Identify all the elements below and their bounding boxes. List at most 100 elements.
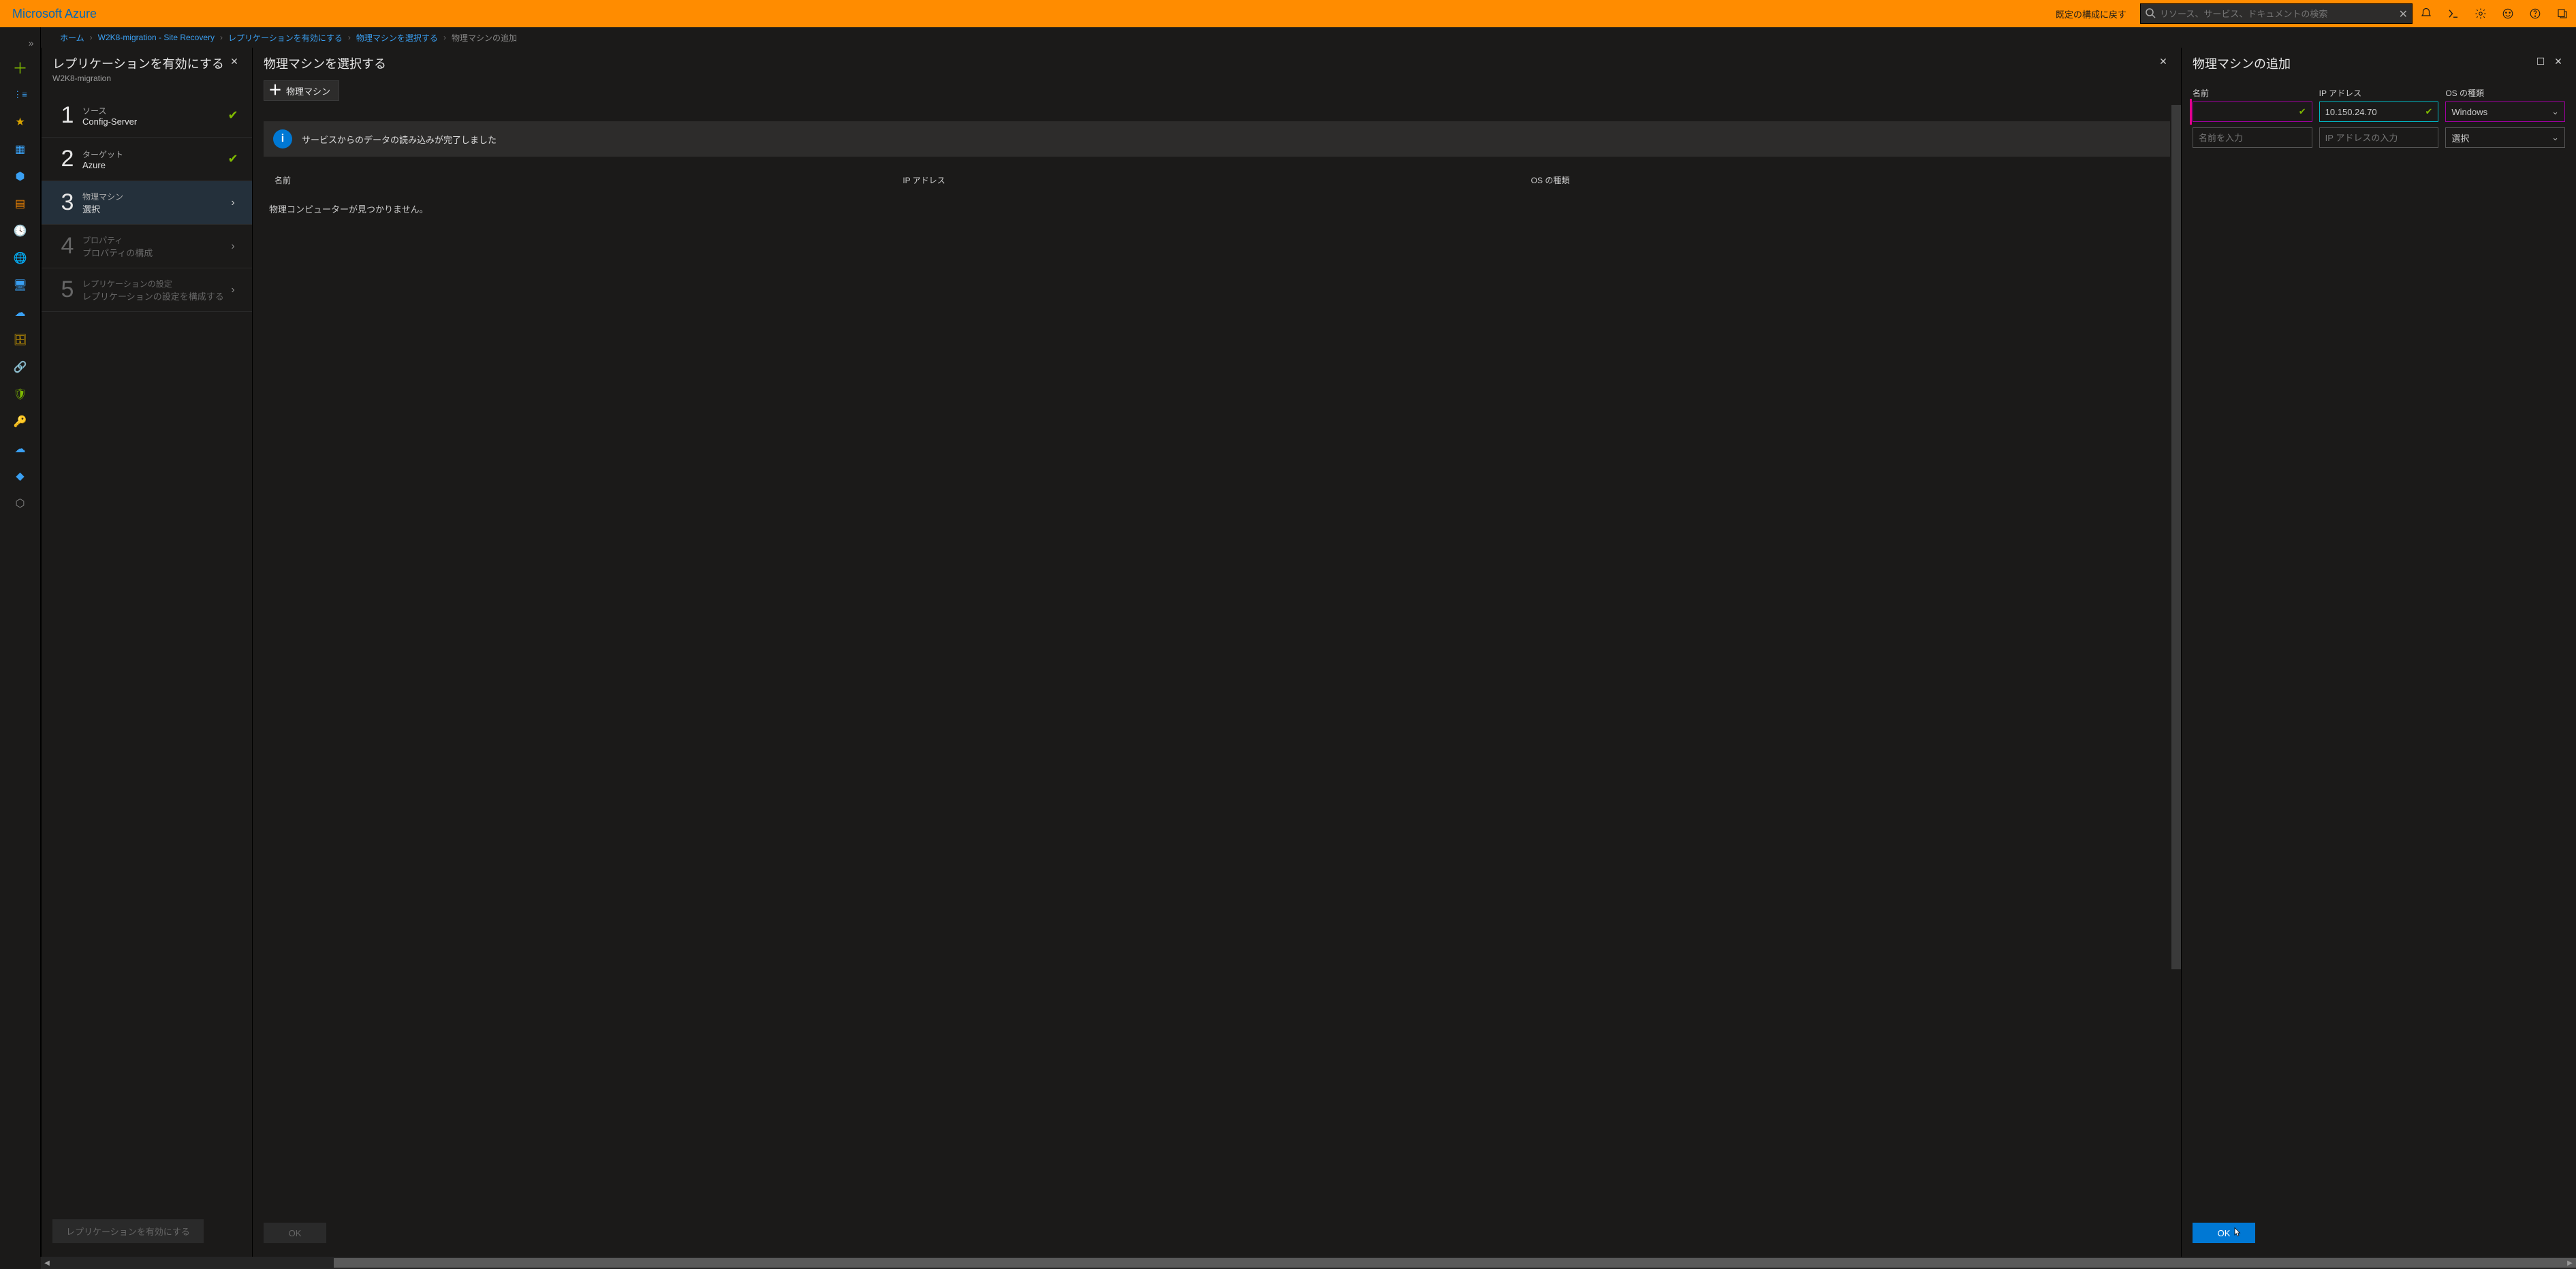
blade1-subtitle: W2K8-migration	[52, 74, 227, 83]
leftrail-recent[interactable]: 🕓	[7, 218, 34, 244]
chevron-right-icon: ›	[348, 33, 351, 42]
info-icon: i	[273, 129, 292, 148]
ip-field-2[interactable]	[2319, 127, 2439, 148]
cloud-shell-icon[interactable]	[2440, 0, 2467, 27]
clear-search-icon[interactable]: ✕	[2399, 7, 2408, 21]
chevron-right-icon: ›	[220, 33, 223, 42]
leftrail-subscriptions[interactable]: ☁	[7, 436, 34, 462]
form-header: 名前 IP アドレス OS の種類	[2182, 83, 2576, 99]
scrollbar-horizontal[interactable]: ◀ ▶	[41, 1257, 2576, 1269]
form-col-name: 名前	[2193, 87, 2312, 99]
leftrail-sql[interactable]: 🗄	[7, 327, 34, 353]
name-field-1[interactable]: ✔	[2193, 101, 2312, 122]
wizard-step-replication-settings[interactable]: 5 レプリケーションの設定 レプリケーションの設定を構成する ›	[42, 268, 252, 312]
wizard-step-machines[interactable]: 3 物理マシン 選択 ›	[42, 181, 252, 225]
wizard-step-source[interactable]: 1 ソース Config-Server ✔	[42, 94, 252, 138]
wizard-step-properties[interactable]: 4 プロパティ プロパティの構成 ›	[42, 225, 252, 268]
leftrail-security[interactable]: 🛡	[7, 381, 34, 407]
leftrail-web[interactable]: 🌐	[7, 245, 34, 271]
name-input-1[interactable]	[2199, 107, 2299, 117]
form-col-os: OS の種類	[2445, 87, 2565, 99]
blade3-title: 物理マシンの追加	[2193, 54, 2534, 72]
top-bar: Microsoft Azure 既定の構成に戻す ✕	[0, 0, 2576, 27]
global-search[interactable]: ✕	[2140, 3, 2413, 24]
check-icon: ✔	[225, 108, 241, 123]
breadcrumb-select[interactable]: 物理マシンを選択する	[356, 32, 438, 44]
blade3-close-icon[interactable]: ✕	[2551, 54, 2565, 68]
os-value-2: 選択	[2451, 131, 2469, 144]
feedback-icon[interactable]	[2494, 0, 2522, 27]
left-nav-rail: » ＋ ⋮≡ ★ ▦ ⬢ ▤ 🕓 🌐 🖥 ☁ 🗄 🔗 🛡 🔑 ☁ ◆ ⬡	[0, 27, 41, 1257]
scroll-right-icon[interactable]: ▶	[2564, 1257, 2576, 1269]
global-search-input[interactable]	[2160, 9, 2393, 19]
leftrail-storage[interactable]: ☁	[7, 300, 34, 326]
chevron-right-icon: ›	[225, 284, 241, 296]
col-name: 名前	[274, 174, 902, 186]
leftrail-app-services[interactable]: ▤	[7, 191, 34, 217]
os-field-1[interactable]: Windows ⌄	[2445, 101, 2565, 122]
chevron-right-icon: ›	[443, 33, 446, 42]
breadcrumb-vault[interactable]: W2K8-migration - Site Recovery	[98, 33, 215, 42]
col-ip: IP アドレス	[902, 174, 1530, 186]
blade2-ok-button[interactable]: OK	[264, 1223, 326, 1243]
ip-input-2[interactable]	[2325, 133, 2433, 143]
check-icon: ✔	[2299, 106, 2306, 117]
chevron-right-icon: ›	[225, 197, 241, 209]
scrollbar-thumb[interactable]	[334, 1258, 2576, 1268]
wizard-step-target[interactable]: 2 ターゲット Azure ✔	[42, 138, 252, 181]
leftrail-create[interactable]: ＋	[7, 54, 34, 80]
leftrail-monitor[interactable]: ⬡	[7, 490, 34, 516]
blade2-close-icon[interactable]: ✕	[2156, 54, 2170, 68]
blade1-title: レプリケーションを有効にする	[52, 54, 227, 72]
chevron-right-icon: ›	[90, 33, 93, 42]
breadcrumb-home[interactable]: ホーム	[60, 32, 84, 44]
topbar-icons	[2413, 0, 2576, 27]
enable-replication-button[interactable]: レプリケーションを有効にする	[52, 1219, 204, 1243]
main-area: レプリケーションを有効にする W2K8-migration ✕ 1 ソース Co…	[41, 48, 2576, 1257]
leftrail-virtual-machines[interactable]: 🖥	[7, 272, 34, 298]
leftrail-favorites[interactable]: ★	[7, 109, 34, 135]
settings-icon[interactable]	[2467, 0, 2494, 27]
blade3-maximize-icon[interactable]: ☐	[2534, 54, 2547, 68]
add-physical-machine-button[interactable]: ＋ 物理マシン	[264, 80, 339, 101]
add-physical-machine-label: 物理マシン	[286, 84, 330, 97]
leftrail-functions[interactable]: 🔗	[7, 354, 34, 380]
reset-link[interactable]: 既定の構成に戻す	[2056, 7, 2126, 20]
leftrail-expand[interactable]: »	[0, 33, 41, 53]
azure-logo[interactable]: Microsoft Azure	[0, 7, 109, 21]
os-field-2[interactable]: 選択 ⌄	[2445, 127, 2565, 148]
ip-field-1[interactable]: 10.150.24.70 ✔	[2319, 101, 2439, 122]
empty-message: 物理コンピューターが見つかりません。	[253, 190, 2181, 228]
chevron-down-icon: ⌄	[2551, 106, 2559, 117]
search-icon	[2145, 7, 2156, 22]
blade2-title: 物理マシンを選択する	[264, 54, 2156, 72]
scroll-left-icon[interactable]: ◀	[41, 1257, 53, 1269]
leftrail-all-services[interactable]: ⋮≡	[7, 82, 34, 108]
form-row-2: 選択 ⌄	[2182, 125, 2576, 151]
leftrail-azure-ad[interactable]: ◆	[7, 463, 34, 489]
blade-select-machines: 物理マシンを選択する ✕ ＋ 物理マシン i サービスからのデータの読み込みが完…	[252, 48, 2181, 1257]
leftrail-resource-groups[interactable]: ⬢	[7, 163, 34, 189]
machines-table-header: 名前 IP アドレス OS の種類	[253, 170, 2181, 190]
name-input-2[interactable]	[2199, 133, 2306, 143]
form-col-ip: IP アドレス	[2319, 87, 2439, 99]
ip-value-1: 10.150.24.70	[2325, 107, 2377, 117]
plus-icon: ＋	[268, 84, 282, 97]
blade-add-machine: 物理マシンの追加 ☐ ✕ 名前 IP アドレス OS の種類 ✔ 10.150.…	[2181, 48, 2576, 1257]
notifications-icon[interactable]	[2413, 0, 2440, 27]
breadcrumb-enable[interactable]: レプリケーションを有効にする	[228, 32, 343, 44]
col-os: OS の種類	[1531, 174, 2159, 186]
help-icon[interactable]	[2522, 0, 2549, 27]
blade-enable-replication: レプリケーションを有効にする W2K8-migration ✕ 1 ソース Co…	[41, 48, 252, 1257]
blade1-close-icon[interactable]: ✕	[227, 54, 241, 68]
leftrail-dashboards[interactable]: ▦	[7, 136, 34, 162]
breadcrumb-current: 物理マシンの追加	[452, 32, 517, 44]
info-text: サービスからのデータの読み込みが完了しました	[302, 133, 497, 146]
scrollbar-vertical[interactable]	[2171, 105, 2181, 1213]
name-field-2[interactable]	[2193, 127, 2312, 148]
leftrail-keys[interactable]: 🔑	[7, 409, 34, 435]
chevron-right-icon: ›	[225, 240, 241, 253]
blade3-ok-button[interactable]: OK	[2193, 1223, 2255, 1243]
chevron-down-icon: ⌄	[2551, 132, 2559, 143]
directory-icon[interactable]	[2549, 0, 2576, 27]
